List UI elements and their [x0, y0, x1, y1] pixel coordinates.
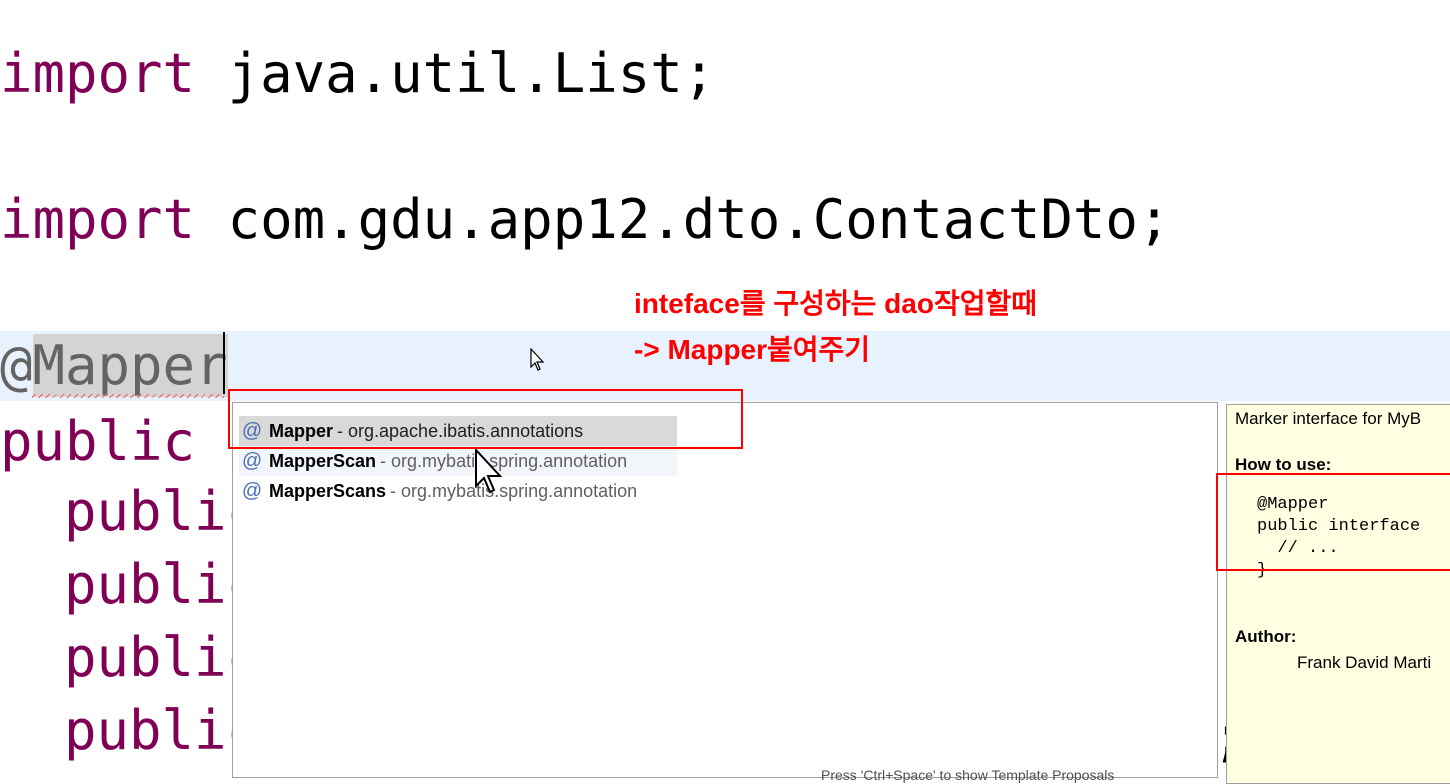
- keyword-import: import: [0, 188, 196, 251]
- proposal-footer-hint[interactable]: Press 'Ctrl+Space' to show Template Prop…: [821, 767, 1114, 783]
- proposal-item-mapperscan[interactable]: @ MapperScan - org.mybatis.spring.annota…: [239, 446, 677, 476]
- keyword-public: public: [64, 626, 260, 689]
- keyword-public: public: [64, 480, 260, 543]
- code-line-import-list[interactable]: import java.util.List;: [0, 42, 715, 106]
- proposal-package: - org.mybatis.spring.annotation: [390, 480, 638, 501]
- keyword-public: public: [64, 699, 260, 762]
- code-line-import-dto[interactable]: import com.gdu.app12.dto.ContactDto;: [0, 188, 1170, 252]
- annotation-name: Mapper: [32, 334, 228, 397]
- content-assist-popup[interactable]: @ Mapper - org.apache.ibatis.annotations…: [232, 402, 1218, 783]
- javadoc-author-name: Frank David Marti: [1297, 653, 1432, 672]
- highlight-box-mapper-proposal: [228, 389, 743, 449]
- annotation-note-line-2: -> Mapper붙여주기: [634, 334, 871, 365]
- code-line-annotation[interactable]: @Mapper: [0, 334, 228, 398]
- keyword-public: public: [64, 553, 260, 616]
- proposal-item-mapperscans[interactable]: @ MapperScans - org.mybatis.spring.annot…: [239, 476, 645, 506]
- mouse-pointer-icon: [475, 448, 503, 494]
- code-line-interface-decl[interactable]: public i: [0, 410, 260, 474]
- annotation-type-icon: @: [241, 449, 263, 472]
- keyword-public: public: [0, 410, 196, 473]
- spelling-error-underline: [32, 394, 224, 398]
- proposal-name: MapperScan: [269, 450, 377, 471]
- mouse-pointer-icon: [530, 348, 545, 371]
- annotation-type-icon: @: [241, 479, 263, 502]
- javadoc-summary: Marker interface for MyB: [1235, 409, 1422, 428]
- import-target: java.util.List;: [195, 42, 716, 105]
- javadoc-popup[interactable]: Marker interface for MyB How to use: @Ma…: [1226, 404, 1450, 784]
- proposal-name: MapperScans: [269, 480, 387, 501]
- javadoc-how-to-use-label: How to use:: [1235, 455, 1332, 474]
- annotation-at-symbol: @: [0, 334, 33, 397]
- keyword-import: import: [0, 42, 196, 105]
- javadoc-author-label: Author:: [1235, 627, 1297, 646]
- annotation-note-line-1: inteface를 구성하는 dao작업할때: [634, 288, 1037, 319]
- import-target: com.gdu.app12.dto.ContactDto;: [195, 188, 1171, 251]
- text-caret: [223, 332, 225, 394]
- highlight-box-javadoc-code: [1216, 473, 1450, 571]
